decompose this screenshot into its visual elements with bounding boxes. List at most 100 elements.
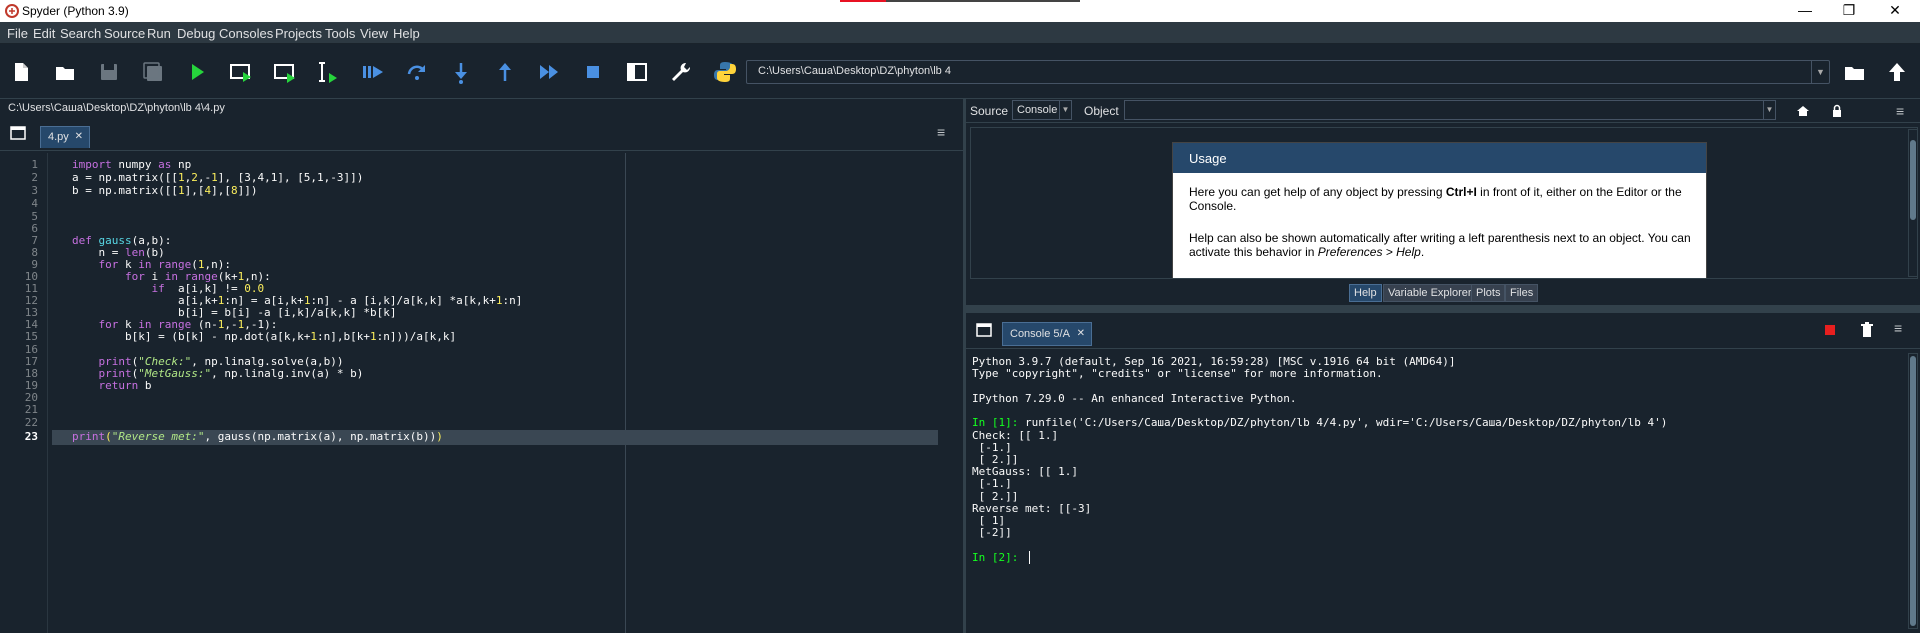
console-output[interactable]: Python 3.9.7 (default, Sep 16 2021, 16:5… — [966, 351, 1908, 633]
window-title: Spyder (Python 3.9) — [22, 4, 129, 18]
code-line: b[k] = (b[k] - np.dot(a[k,k+1:n],b[k+1:n… — [72, 330, 457, 343]
browse-tabs-icon[interactable] — [10, 126, 26, 140]
console-line: IPython 7.29.0 -- An enhanced Interactiv… — [972, 392, 1297, 405]
console-options-menu-icon[interactable]: ≡ — [1894, 321, 1906, 335]
browse-tabs-icon[interactable] — [976, 323, 992, 337]
run-icon[interactable] — [184, 59, 210, 85]
help-content: Usage Here you can get help of any objec… — [970, 127, 1918, 279]
help-options-menu-icon[interactable]: ≡ — [1896, 103, 1904, 119]
python-path-icon[interactable] — [712, 59, 738, 85]
line-number: 4 — [31, 197, 38, 210]
title-accent-red — [840, 0, 886, 2]
home-icon[interactable] — [1796, 104, 1810, 118]
help-pane: Source Console ▼ Object ▼ ≡ Usage Here y… — [966, 99, 1920, 313]
line-number: 22 — [24, 416, 38, 429]
help-scrollbar[interactable] — [1908, 129, 1918, 277]
source-label: Source — [970, 104, 1009, 118]
debug-icon[interactable] — [360, 59, 386, 85]
console-prompt[interactable]: In [2]: — [972, 551, 1025, 564]
maximize-button[interactable]: ❐ — [1826, 0, 1872, 22]
tab-label: Console 5/A — [1010, 328, 1070, 340]
menu-view[interactable]: View — [360, 26, 388, 41]
run-cell-advance-icon[interactable] — [272, 59, 298, 85]
chevron-down-icon[interactable]: ▼ — [1811, 61, 1829, 83]
line-number: 15 — [24, 330, 38, 343]
working-directory-path: C:\Users\Саша\Desktop\DZ\phyton\lb 4 — [758, 65, 951, 77]
object-input[interactable]: ▼ — [1124, 100, 1776, 120]
menu-projects[interactable]: Projects — [275, 26, 322, 41]
usage-paragraph-1: Here you can get help of any object by p… — [1189, 185, 1682, 213]
code-line: return b — [72, 379, 152, 392]
save-file-icon[interactable] — [96, 59, 122, 85]
tab-plots[interactable]: Plots — [1471, 284, 1506, 302]
close-tab-icon[interactable]: ✕ — [75, 131, 83, 142]
stop-kernel-icon[interactable] — [1825, 325, 1835, 335]
menu-run[interactable]: Run — [147, 26, 171, 41]
parent-directory-icon[interactable] — [1884, 59, 1910, 85]
console-line: [-1.] — [972, 477, 1012, 490]
menu-file[interactable]: File — [7, 26, 28, 41]
close-tab-icon[interactable]: ✕ — [1077, 328, 1085, 339]
tab-4-py[interactable]: 4.py ✕ — [40, 126, 90, 148]
editor-pane: 4.py ✕ ≡ 1 2 3 4 5 6 7 8 9 10 11 12 13 1… — [0, 117, 963, 633]
menu-edit[interactable]: Edit — [33, 26, 55, 41]
tab-help[interactable]: Help — [1349, 284, 1382, 302]
run-cell-icon[interactable] — [228, 59, 254, 85]
chevron-down-icon[interactable]: ▼ — [1059, 101, 1071, 119]
menu-help[interactable]: Help — [393, 26, 420, 41]
lock-icon[interactable] — [1830, 104, 1844, 118]
chevron-down-icon[interactable]: ▼ — [1763, 101, 1775, 119]
console-tab-bar: Console 5/A ✕ ≡ — [966, 313, 1920, 349]
scrollbar-thumb[interactable] — [1910, 140, 1916, 220]
usage-title: Usage — [1173, 143, 1706, 173]
maximize-pane-icon[interactable] — [624, 59, 650, 85]
help-tab-bar: Help Variable Explorer Plots Files — [966, 283, 1920, 303]
help-toolbar: Source Console ▼ Object ▼ ≡ — [966, 99, 1920, 123]
working-directory-combobox[interactable]: C:\Users\Саша\Desktop\DZ\phyton\lb 4 ▼ — [746, 60, 1830, 84]
line-number: 21 — [24, 403, 38, 416]
pane-splitter-horizontal[interactable] — [966, 305, 1920, 313]
menu-search[interactable]: Search — [60, 26, 101, 41]
open-file-icon[interactable] — [52, 59, 78, 85]
code-line: import numpy as np — [72, 158, 192, 171]
menu-bar: File Edit Search Source Run Debug Consol… — [0, 22, 1920, 44]
tab-label: 4.py — [48, 131, 69, 143]
continue-icon[interactable] — [536, 59, 562, 85]
title-bar: Spyder (Python 3.9) — ❐ ✕ — [0, 0, 1920, 22]
line-number-gutter: 1 2 3 4 5 6 7 8 9 10 11 12 13 14 15 16 1… — [0, 153, 48, 633]
source-value: Console — [1017, 104, 1058, 116]
text-cursor — [1029, 551, 1030, 564]
tab-console-5a[interactable]: Console 5/A ✕ — [1002, 322, 1092, 346]
toolbar: C:\Users\Саша\Desktop\DZ\phyton\lb 4 ▼ — [0, 45, 1920, 99]
browse-directory-icon[interactable] — [1842, 59, 1868, 85]
object-label: Object — [1084, 104, 1119, 118]
save-all-icon[interactable] — [140, 59, 166, 85]
step-return-icon[interactable] — [492, 59, 518, 85]
spyder-logo-icon — [5, 4, 19, 18]
step-into-icon[interactable] — [448, 59, 474, 85]
console-scrollbar[interactable] — [1908, 353, 1918, 629]
step-over-icon[interactable] — [404, 59, 430, 85]
stop-debug-icon[interactable] — [580, 59, 606, 85]
editor-file-path: C:\Users\Саша\Desktop\DZ\phyton\lb 4\4.p… — [0, 99, 963, 117]
run-selection-icon[interactable] — [316, 59, 342, 85]
preferences-wrench-icon[interactable] — [668, 59, 694, 85]
line-number-current: 23 — [24, 430, 38, 443]
minimize-button[interactable]: — — [1782, 0, 1828, 22]
code-editor[interactable]: 1 2 3 4 5 6 7 8 9 10 11 12 13 14 15 16 1… — [0, 153, 958, 633]
editor-tab-bar: 4.py ✕ ≡ — [0, 117, 963, 151]
source-combobox[interactable]: Console ▼ — [1012, 100, 1072, 120]
menu-consoles[interactable]: Consoles — [219, 26, 273, 41]
code-line: b = np.matrix([[1],[4],[8]]) — [72, 184, 258, 197]
new-file-icon[interactable] — [8, 59, 34, 85]
tab-variable-explorer[interactable]: Variable Explorer — [1383, 284, 1477, 302]
editor-options-menu-icon[interactable]: ≡ — [937, 125, 949, 139]
menu-source[interactable]: Source — [104, 26, 145, 41]
menu-debug[interactable]: Debug — [177, 26, 215, 41]
menu-tools[interactable]: Tools — [325, 26, 355, 41]
usage-paragraph-2: Help can also be shown automatically aft… — [1189, 231, 1691, 259]
scrollbar-thumb[interactable] — [1910, 356, 1916, 626]
close-button[interactable]: ✕ — [1872, 0, 1918, 22]
trash-icon[interactable] — [1860, 322, 1874, 338]
tab-files[interactable]: Files — [1505, 284, 1539, 302]
